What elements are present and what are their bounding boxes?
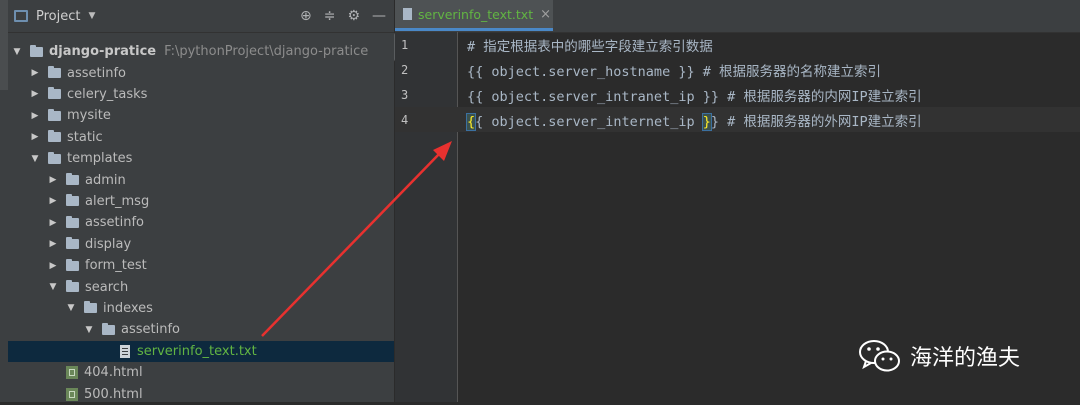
watermark-text: 海洋的渔夫 bbox=[910, 346, 1021, 371]
wechat-icon bbox=[859, 340, 900, 372]
watermark: 海洋的渔夫 bbox=[858, 337, 1020, 375]
annotation-arrow-line bbox=[261, 151, 442, 337]
